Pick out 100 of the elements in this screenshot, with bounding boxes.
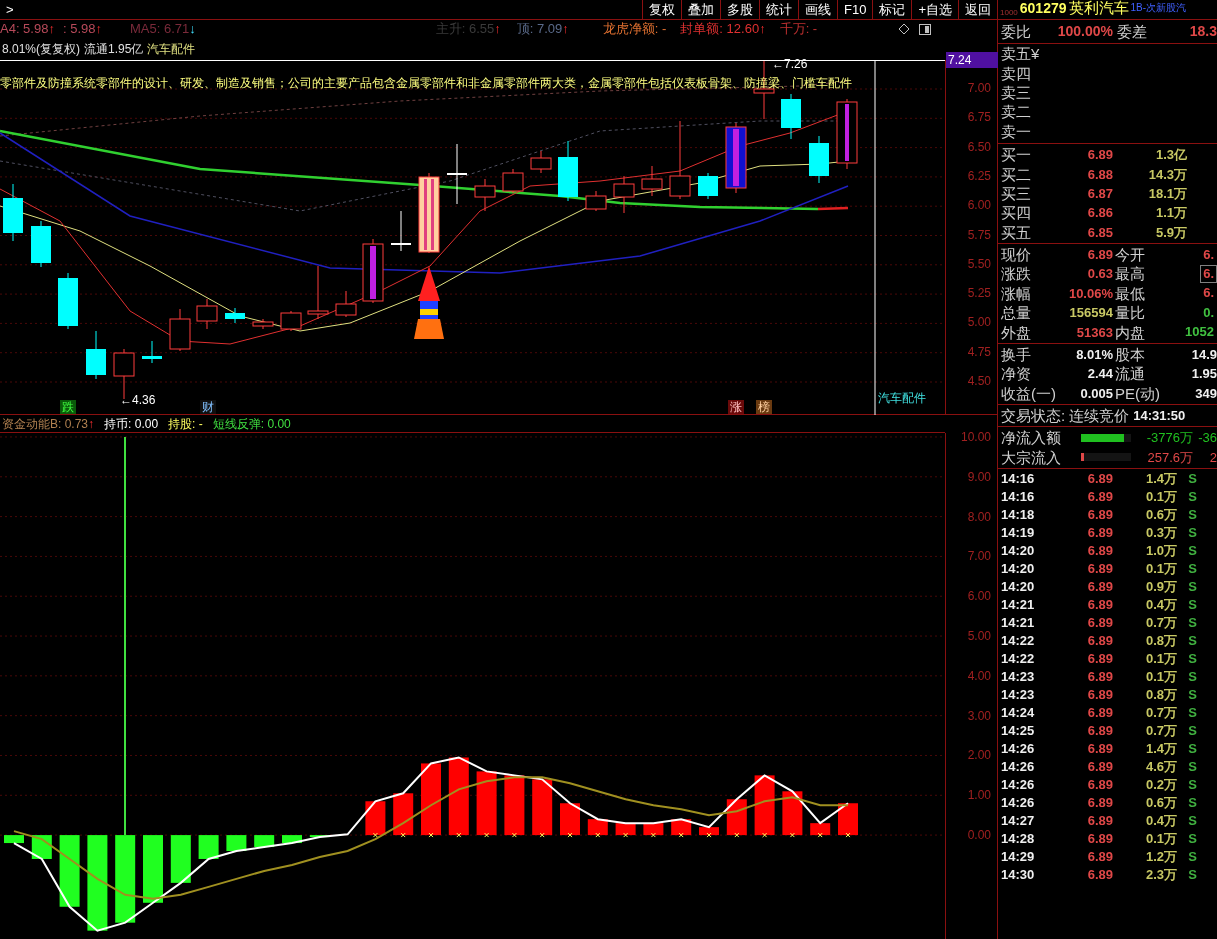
rocket-icon — [414, 266, 444, 339]
toolbar-button[interactable]: 复权 — [642, 0, 681, 19]
tick-time: 14:16 — [1001, 469, 1036, 488]
toolbar-button[interactable]: 标记 — [872, 0, 912, 19]
turnover-text: 8.01%(复复权) — [2, 41, 81, 58]
bar — [754, 775, 775, 836]
tick-price: 6.89 — [1086, 721, 1113, 740]
toolbar-button[interactable]: 统计 — [759, 0, 798, 19]
toolbar-button[interactable]: 叠加 — [681, 0, 720, 19]
tick-price: 6.89 — [1086, 739, 1113, 758]
ask-level-label: 卖五 — [1001, 44, 1031, 64]
field-value: 2.44 — [1086, 365, 1113, 384]
tick-price: 6.89 — [1086, 487, 1113, 506]
field-value: 6. — [1203, 266, 1214, 282]
tick-price: 6.89 — [1086, 523, 1113, 542]
tick-time: 14:27 — [1001, 811, 1036, 830]
field-value: 10.06% — [1067, 284, 1113, 303]
flow-value: -36 — [1197, 429, 1217, 448]
bar — [532, 779, 553, 836]
bar — [504, 775, 525, 836]
tick-side: S — [1187, 577, 1197, 596]
tick-volume: 0.1万 — [1144, 649, 1177, 668]
tick-side: S — [1187, 649, 1197, 668]
field-label: 最高 — [1114, 264, 1146, 284]
tick-side: S — [1187, 811, 1197, 830]
sector-text: 汽车配件 — [147, 41, 196, 58]
toolbar-button[interactable]: 返回 — [958, 0, 997, 19]
trade-status-value: 连续竞价 — [1069, 406, 1130, 426]
tick-volume: 4.6万 — [1144, 757, 1177, 776]
tick-time: 14:21 — [1001, 613, 1036, 632]
indicator-axis-label: 1.00 — [967, 788, 991, 803]
tick-volume: 0.1万 — [1144, 667, 1177, 686]
tick-time: 14:22 — [1001, 631, 1036, 650]
flow-value: 257.6万 — [1146, 448, 1193, 467]
price-axis-label: 6.25 — [967, 168, 991, 183]
tick-volume: 1.0万 — [1144, 541, 1177, 560]
tick-volume: 0.1万 — [1144, 829, 1177, 848]
bar — [699, 827, 719, 836]
tick-volume: 0.4万 — [1144, 595, 1177, 614]
toolbar-button[interactable]: 多股 — [720, 0, 759, 19]
field-label: 最低 — [1114, 283, 1146, 303]
indicator-value-label: 封单额: 12.60↑ — [680, 20, 766, 39]
tick-time: 14:21 — [1001, 595, 1036, 614]
bar — [560, 803, 580, 836]
bid-volume: 18.1万 — [1147, 184, 1187, 203]
field-value: 1.95 — [1190, 365, 1217, 384]
bar — [4, 835, 24, 844]
tick-time: 14:20 — [1001, 541, 1036, 560]
tick-volume: 0.4万 — [1144, 811, 1177, 830]
flow-value: 2 — [1208, 448, 1217, 467]
flow-label: 净流入额 — [1001, 428, 1062, 448]
bid-volume: 14.3万 — [1147, 165, 1187, 184]
field-label: PE(动) — [1114, 383, 1161, 403]
tick-side: S — [1187, 739, 1197, 758]
indicator-axis-label: 5.00 — [967, 629, 991, 644]
bar — [59, 835, 80, 907]
indicator-axis-label: 6.00 — [967, 589, 991, 604]
bid-volume: 1.1万 — [1154, 204, 1187, 223]
cross-mark-icon — [567, 832, 573, 838]
bar — [838, 803, 858, 836]
indicator-value-label: 龙虎净额: - — [602, 20, 667, 39]
flow-label: 大宗流入 — [1001, 447, 1062, 467]
bar — [282, 835, 302, 844]
toolbar-button[interactable]: 画线 — [798, 0, 837, 19]
field-label: 现价 — [1001, 245, 1032, 265]
bid-price: 6.89 — [1086, 146, 1113, 165]
tick-volume: 0.6万 — [1144, 793, 1177, 812]
crosshair-price-label: 7.24 — [946, 52, 998, 68]
bar — [254, 835, 275, 848]
bar — [782, 791, 803, 836]
low-price-label: ←4.36 — [120, 392, 156, 409]
price-axis-label: 4.50 — [967, 374, 991, 388]
tick-time: 14:26 — [1001, 757, 1036, 776]
field-label: 委差 — [1116, 22, 1148, 41]
tick-price: 6.89 — [1086, 559, 1113, 578]
tick-side: S — [1187, 595, 1197, 614]
field-value: 51363 — [1075, 323, 1113, 342]
tick-side: S — [1187, 469, 1197, 488]
cross-mark-icon — [511, 832, 517, 838]
tick-time: 14:23 — [1001, 667, 1036, 686]
tick-price: 6.89 — [1086, 505, 1113, 524]
tick-time: 14:30 — [1001, 865, 1036, 884]
tick-side: S — [1187, 631, 1197, 650]
field-label: 收益(一) — [1001, 383, 1053, 403]
tick-volume: 1.2万 — [1144, 847, 1177, 866]
indicator-axis-label: 9.00 — [967, 469, 991, 484]
bar — [810, 823, 831, 836]
price-axis-label: 6.00 — [967, 198, 991, 213]
bar — [198, 835, 219, 859]
cross-mark-icon — [706, 832, 712, 838]
cross-mark-icon — [539, 832, 545, 838]
bid-level-label: 买四 — [1001, 203, 1032, 223]
tick-side: S — [1187, 613, 1197, 632]
bid-level-label: 买五 — [1001, 222, 1032, 242]
toolbar-button[interactable]: F10 — [837, 0, 873, 19]
tick-price: 6.89 — [1086, 757, 1113, 776]
indicator-value-label: 顶: 7.09↑ — [516, 20, 569, 39]
tick-volume: 0.8万 — [1144, 631, 1177, 650]
price-axis-label: 5.25 — [967, 286, 991, 301]
toolbar-button[interactable]: +自选 — [911, 0, 958, 19]
